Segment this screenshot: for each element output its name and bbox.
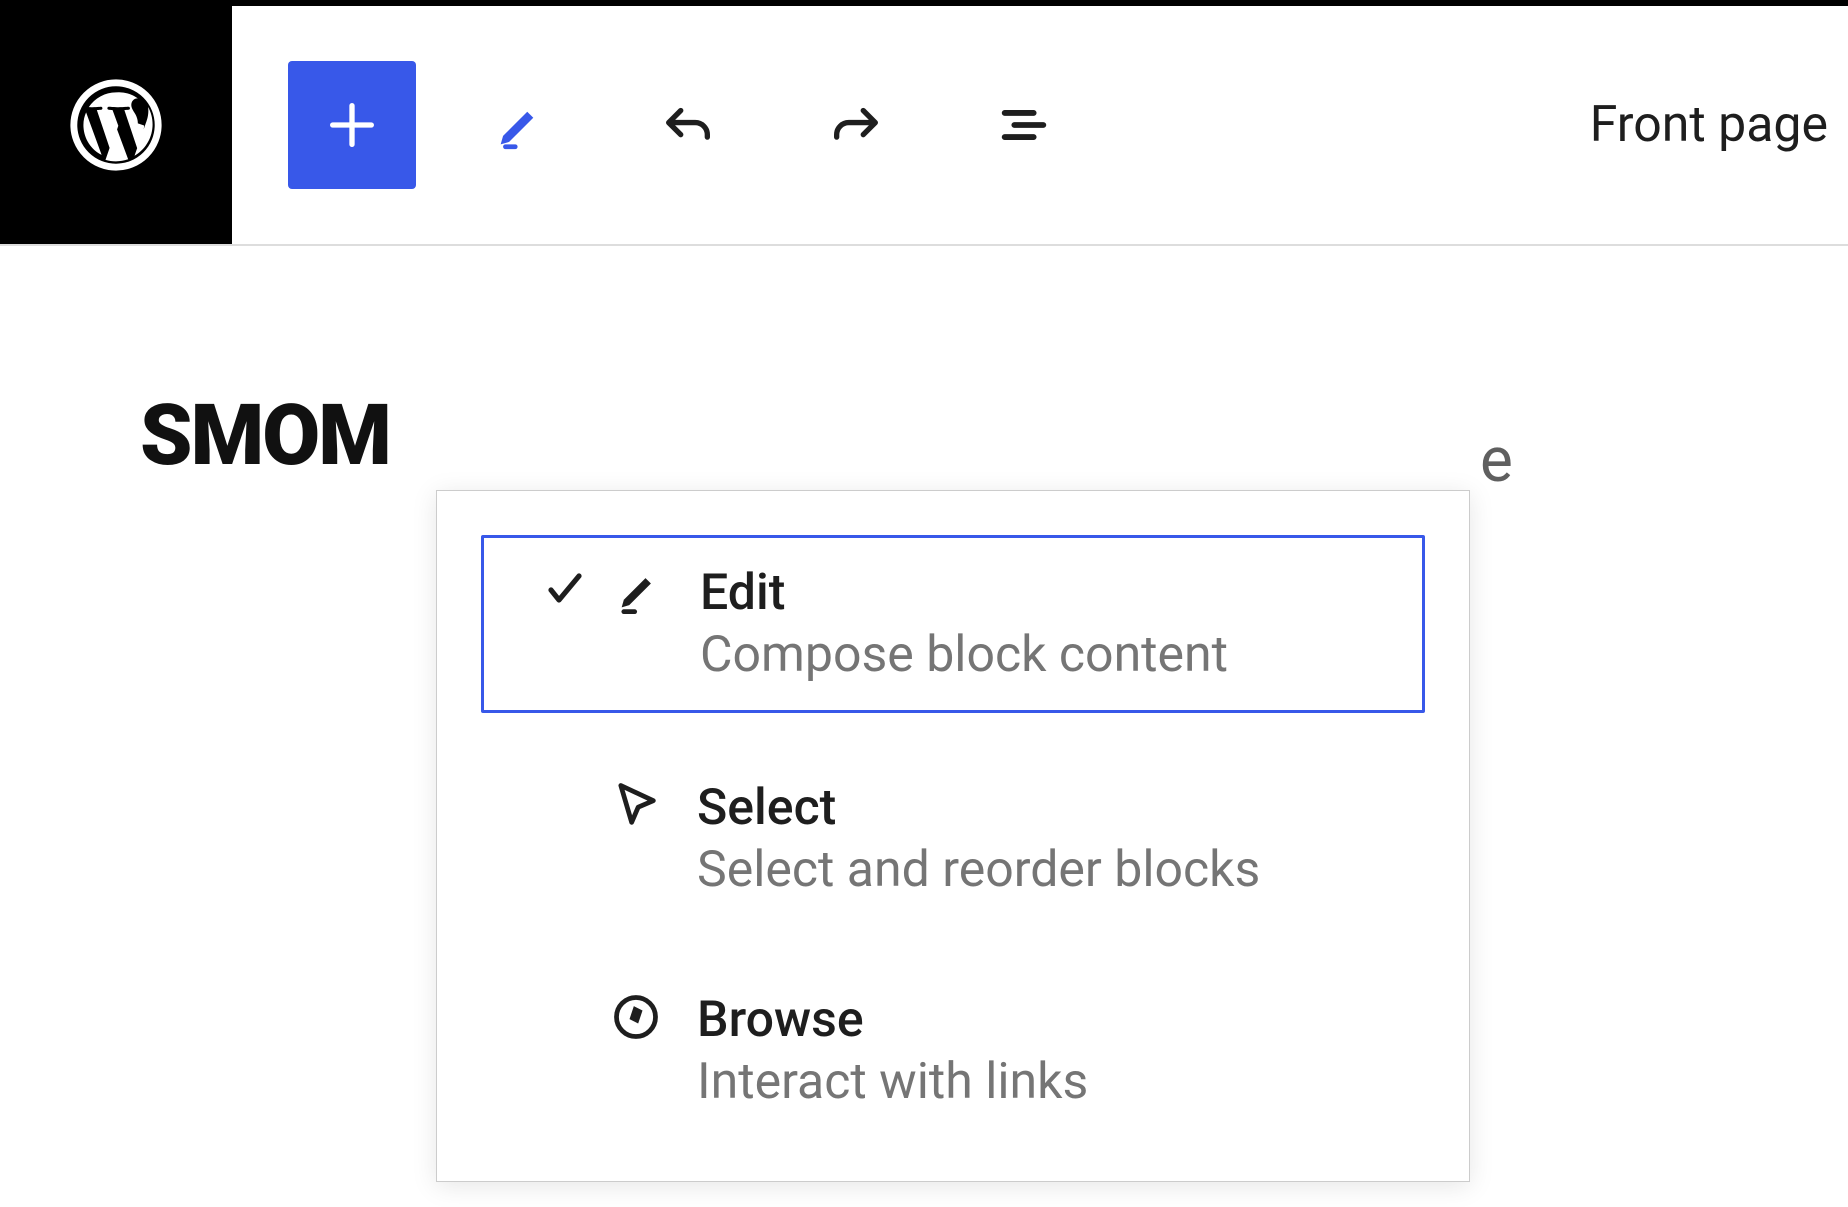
editor-header: Front page	[0, 6, 1848, 246]
nav-text-fragment: e	[1480, 424, 1513, 497]
dropdown-item-title: Select	[697, 779, 1260, 837]
redo-button[interactable]	[792, 61, 920, 189]
compass-icon	[599, 991, 673, 1043]
dropdown-item-desc: Select and reorder blocks	[697, 841, 1260, 899]
wordpress-logo-button[interactable]	[0, 6, 232, 244]
tools-button[interactable]	[456, 61, 584, 189]
dropdown-item-select[interactable]: Select Select and reorder blocks	[481, 753, 1425, 925]
wordpress-icon	[70, 79, 162, 171]
redo-icon	[827, 96, 885, 154]
undo-icon	[659, 96, 717, 154]
dropdown-item-desc: Interact with links	[697, 1053, 1088, 1111]
checkmark-icon	[528, 564, 602, 612]
edit-icon	[602, 564, 676, 616]
document-title[interactable]: Front page	[1590, 96, 1848, 154]
dropdown-item-browse[interactable]: Browse Interact with links	[481, 965, 1425, 1137]
site-title[interactable]: SMOM	[140, 386, 1848, 485]
undo-button[interactable]	[624, 61, 752, 189]
dropdown-item-title: Edit	[700, 564, 1228, 622]
document-overview-button[interactable]	[960, 61, 1088, 189]
plus-icon	[323, 96, 381, 154]
dropdown-item-edit[interactable]: Edit Compose block content	[481, 535, 1425, 713]
cursor-icon	[599, 779, 673, 831]
toolbar	[232, 61, 1088, 189]
edit-icon	[491, 96, 549, 154]
dropdown-item-title: Browse	[697, 991, 1088, 1049]
add-block-button[interactable]	[288, 61, 416, 189]
editor-canvas: SMOM e Welcom Edit Compose block content	[0, 246, 1848, 485]
list-view-icon	[995, 96, 1053, 154]
tools-dropdown: Edit Compose block content Select Select…	[436, 490, 1470, 1182]
dropdown-item-desc: Compose block content	[700, 626, 1228, 684]
